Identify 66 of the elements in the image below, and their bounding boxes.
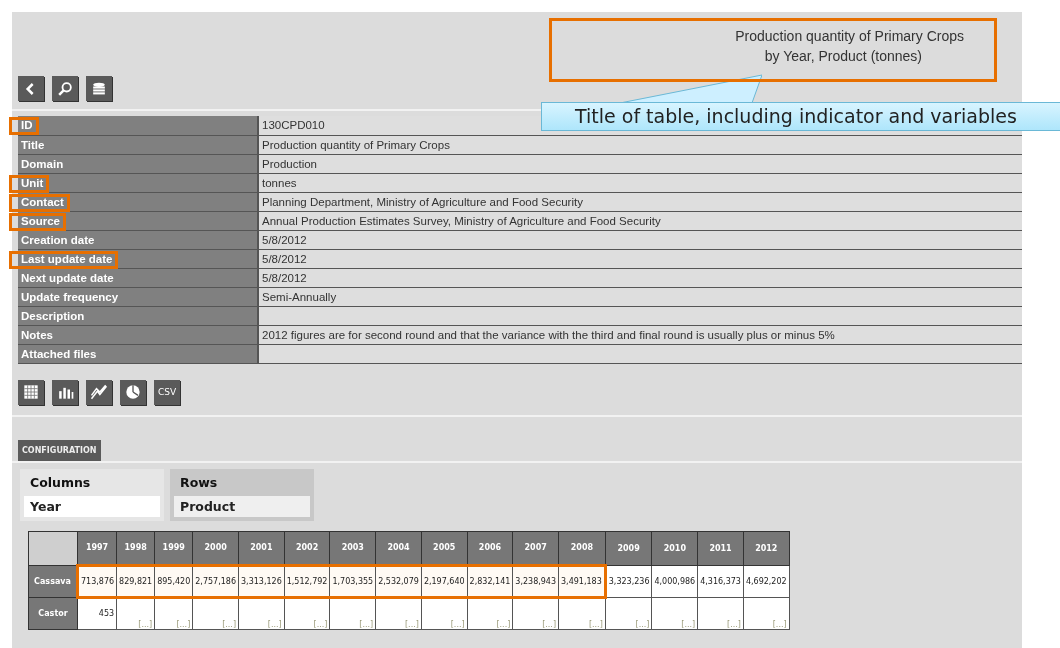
table-cell: 2,197,640 — [421, 565, 468, 597]
configuration-button[interactable]: CONFIGURATION — [18, 439, 101, 461]
line-chart-button[interactable] — [86, 379, 112, 405]
table-cell: [...] — [743, 597, 790, 629]
pie-chart-icon — [123, 382, 143, 402]
table-cell: 713,876 — [77, 565, 117, 597]
column-header: 2005 — [421, 531, 468, 565]
column-header: 2007 — [512, 531, 559, 565]
column-header: 1997 — [77, 531, 117, 565]
table-view-button[interactable] — [18, 379, 44, 405]
dimension-item[interactable]: Year — [24, 495, 160, 517]
column-header: 2008 — [558, 531, 606, 565]
table-cell: 895,420 — [154, 565, 193, 597]
table-cell: [...] — [651, 597, 698, 629]
table-cell: [...] — [375, 597, 422, 629]
table-cell: [...] — [238, 597, 285, 629]
column-header: 1999 — [154, 531, 193, 565]
table-cell: 2,832,141 — [467, 565, 513, 597]
column-header: 2003 — [329, 531, 376, 565]
csv-button[interactable]: CSV — [154, 379, 180, 405]
database-button[interactable] — [86, 76, 112, 101]
field-label: ID — [18, 116, 258, 135]
table-cell: [...] — [605, 597, 652, 629]
table-cell: 1,703,355 — [329, 565, 376, 597]
table-title: Production quantity of Primary Crops — [735, 27, 964, 46]
line-chart-icon — [89, 382, 109, 402]
bar-chart-button[interactable] — [52, 379, 78, 405]
table-cell: [...] — [467, 597, 513, 629]
table-cell: [...] — [697, 597, 744, 629]
corner-cell — [28, 531, 78, 565]
table-icon — [21, 382, 41, 402]
column-header: 2004 — [375, 531, 422, 565]
table-cell: 4,000,986 — [651, 565, 698, 597]
row-header: Castor — [28, 597, 78, 629]
dimension-item[interactable]: Product — [174, 495, 310, 517]
row-header: Cassava — [28, 565, 78, 597]
table-cell: 3,491,183 — [558, 565, 606, 597]
column-header: 2012 — [743, 531, 790, 565]
table-cell: 4,316,373 — [697, 565, 744, 597]
table-cell: [...] — [329, 597, 376, 629]
column-header: 2000 — [192, 531, 239, 565]
table-cell: 1,512,792 — [284, 565, 330, 597]
table-cell: 2,757,186 — [192, 565, 239, 597]
table-cell: 3,313,126 — [238, 565, 285, 597]
table-cell: 4,692,202 — [743, 565, 790, 597]
table-cell: 3,323,236 — [605, 565, 652, 597]
search-button[interactable] — [52, 76, 78, 101]
table-cell: [...] — [421, 597, 468, 629]
column-header: 2009 — [605, 531, 652, 565]
annotation-tooltip: Title of table, including indicator and variables — [541, 102, 1060, 131]
table-title: by Year, Product (tonnes) — [763, 47, 923, 66]
table-cell: 3,238,943 — [512, 565, 559, 597]
column-header: 2002 — [284, 531, 330, 565]
table-cell: [...] — [558, 597, 606, 629]
table-cell: [...] — [192, 597, 239, 629]
column-header: 2006 — [467, 531, 513, 565]
column-header: 1998 — [116, 531, 155, 565]
column-header: 2011 — [697, 531, 744, 565]
table-cell: [...] — [284, 597, 330, 629]
column-header: 2010 — [651, 531, 698, 565]
pie-chart-button[interactable] — [120, 379, 146, 405]
table-cell: 2,532,079 — [375, 565, 422, 597]
table-cell: [...] — [512, 597, 559, 629]
table-cell: 829,821 — [116, 565, 155, 597]
back-button[interactable] — [18, 76, 44, 101]
column-header: 2001 — [238, 531, 285, 565]
